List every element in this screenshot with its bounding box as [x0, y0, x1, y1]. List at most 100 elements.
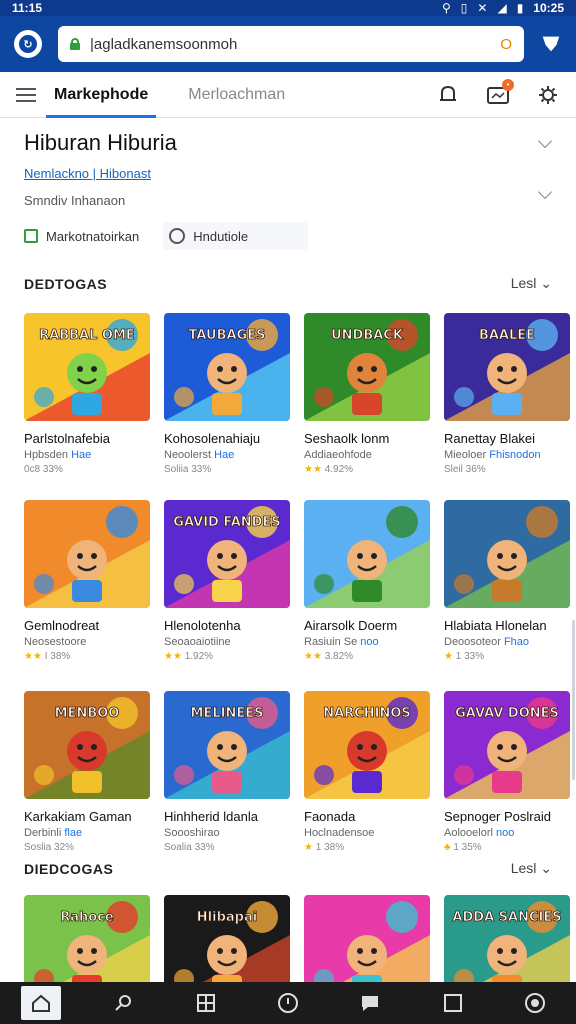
- game-title: Parlstolnafebia: [24, 431, 110, 446]
- game-thumbnail-art: NARCHINOS: [304, 691, 430, 799]
- search-icon[interactable]: [103, 986, 143, 1020]
- star-icon: ★: [304, 842, 313, 853]
- game-thumbnail[interactable]: [444, 500, 570, 608]
- game-thumbnail[interactable]: GAVID FANDES: [164, 500, 290, 608]
- game-developer: Seoaoaiotiine: [164, 636, 231, 648]
- game-thumbnail-art: BAALEE: [444, 313, 570, 421]
- category-header: Hiburan Hiburia Nemlackno | Hibonast Smn…: [24, 130, 554, 250]
- star-icon: ★★: [304, 464, 322, 475]
- game-developer: Mieoloer Fhisnodon: [444, 449, 541, 461]
- browser-logo-icon[interactable]: ↻: [14, 30, 42, 58]
- filter-option-check[interactable]: Markotnatoirkan: [24, 229, 139, 244]
- section-see-more[interactable]: Lesl ⌄: [511, 860, 552, 877]
- star-icon: ★★: [304, 651, 322, 662]
- svg-text:RABBAL OME: RABBAL OME: [39, 328, 135, 343]
- status-bar: 11:15 ⚲ ▯ ✕ ◢ ▮ 10:25: [0, 0, 576, 16]
- game-title: Hinhherid ldanla: [164, 809, 258, 824]
- game-card[interactable]: Gemlnodreat Neosestoore ★★ I 38%: [24, 500, 150, 662]
- inbox-icon[interactable]: •: [486, 78, 514, 107]
- reload-icon[interactable]: O: [500, 36, 512, 53]
- game-grid-row: Gemlnodreat Neosestoore ★★ I 38% GAVID FA…: [24, 500, 570, 662]
- game-grid-row: RABBAL OME Parlstolnafebia Hpbsden Hae 0c…: [24, 313, 570, 475]
- svg-text:UNDBACK: UNDBACK: [331, 328, 404, 343]
- game-thumbnail-art: GAVAV DONES: [444, 691, 570, 799]
- game-card[interactable]: Hlabiata Hlonelan Deoosoteor Fhao ★ 1 33%: [444, 500, 570, 662]
- game-thumbnail-art: [304, 500, 430, 608]
- square-icon[interactable]: [433, 986, 473, 1020]
- game-card[interactable]: NARCHINOS Faonada Hoclnadensoe ★ 1 38%: [304, 691, 430, 853]
- compass-icon[interactable]: [268, 986, 308, 1020]
- game-card[interactable]: Airarsolk Doerm Rasiuin Se noo ★★ 3.82%: [304, 500, 430, 662]
- game-card[interactable]: GAVID FANDES Hlenolotenha Seoaoaiotiine ★…: [164, 500, 290, 662]
- game-card[interactable]: MENBOO Karkakiam Gaman Derbinli flae Sosl…: [24, 691, 150, 853]
- game-card[interactable]: UNDBACK Seshaolk lonm Addiaeohfode ★★ 4.9…: [304, 313, 430, 475]
- url-field[interactable]: |agladkanemsoonmoh O: [58, 26, 524, 62]
- game-rating: ♣ 1 35%: [444, 842, 482, 853]
- star-icon: ★★: [24, 651, 42, 662]
- game-rating: 0c8 33%: [24, 464, 63, 475]
- game-thumbnail[interactable]: UNDBACK: [304, 313, 430, 421]
- game-thumbnail-art: TAUBAGES: [164, 313, 290, 421]
- game-thumbnail[interactable]: RABBAL OME: [24, 313, 150, 421]
- game-title: Karkakiam Gaman: [24, 809, 132, 824]
- profile-icon[interactable]: [515, 986, 555, 1020]
- game-card[interactable]: RABBAL OME Parlstolnafebia Hpbsden Hae 0c…: [24, 313, 150, 475]
- settings-gear-icon[interactable]: [536, 83, 560, 107]
- filter-option-radio[interactable]: Hndutiole: [163, 222, 309, 250]
- browser-toolbar: ↻ |agladkanemsoonmoh O: [0, 16, 576, 72]
- game-thumbnail-art: GAVID FANDES: [164, 500, 290, 608]
- game-title: Kohosolenahiaju: [164, 431, 261, 446]
- vibrate-icon: ✕: [477, 1, 488, 15]
- game-rating: ★★ I 38%: [24, 651, 71, 662]
- game-thumbnail-art: UNDBACK: [304, 313, 430, 421]
- chat-icon[interactable]: [350, 986, 390, 1020]
- game-card[interactable]: BAALEE Ranettay Blakei Mieoloer Fhisnodon…: [444, 313, 570, 475]
- category-description: Smndiv Inhanaon: [24, 193, 126, 208]
- subtitle-link[interactable]: Nemlackno | Hibonast: [24, 166, 554, 181]
- game-title: Hlenolotenha: [164, 618, 241, 633]
- game-thumbnail[interactable]: [304, 500, 430, 608]
- section-title: DEDTOGAS: [24, 275, 108, 292]
- game-title: Hlabiata Hlonelan: [444, 618, 547, 633]
- tab-secondary[interactable]: Merloachman: [180, 72, 293, 118]
- notification-badge: •: [502, 78, 514, 91]
- game-card[interactable]: MELINEES Hinhherid ldanla Soooshirao Soal…: [164, 691, 290, 853]
- game-rating: ★★ 1.92%: [164, 651, 214, 662]
- bottom-navigation: [0, 982, 576, 1024]
- filter-option-radio-label: Hndutiole: [193, 228, 249, 244]
- svg-text:GAVID FANDES: GAVID FANDES: [173, 515, 280, 530]
- game-card[interactable]: GAVAV DONES Sepnoger Poslraid Aolooelorl …: [444, 691, 570, 853]
- game-title: Ranettay Blakei: [444, 431, 536, 446]
- game-thumbnail[interactable]: MELINEES: [164, 691, 290, 799]
- game-thumbnail[interactable]: [24, 500, 150, 608]
- url-text: |agladkanemsoonmoh: [90, 35, 238, 53]
- bell-icon[interactable]: [436, 83, 460, 107]
- game-thumbnail[interactable]: TAUBAGES: [164, 313, 290, 421]
- svg-text:ADDA SANCIES: ADDA SANCIES: [452, 910, 561, 925]
- star-icon: ★: [444, 651, 453, 662]
- game-thumbnail[interactable]: NARCHINOS: [304, 691, 430, 799]
- scrollbar[interactable]: [572, 620, 575, 780]
- game-thumbnail-art: [444, 500, 570, 608]
- game-thumbnail-art: [24, 500, 150, 608]
- game-rating: Sleil 36%: [444, 464, 486, 475]
- game-thumbnail[interactable]: GAVAV DONES: [444, 691, 570, 799]
- filter-options: Markotnatoirkan Hndutiole: [24, 222, 554, 250]
- hamburger-menu-icon[interactable]: [16, 87, 46, 102]
- game-thumbnail[interactable]: BAALEE: [444, 313, 570, 421]
- section-see-more[interactable]: Lesl ⌄: [511, 275, 552, 292]
- game-thumbnail[interactable]: MENBOO: [24, 691, 150, 799]
- grid-icon[interactable]: [186, 986, 226, 1020]
- page-title: Hiburan Hiburia: [24, 130, 177, 155]
- game-rating: Soliia 33%: [164, 464, 212, 475]
- game-card[interactable]: TAUBAGES Kohosolenahiaju Neoolerst Hae So…: [164, 313, 290, 475]
- svg-text:BAALEE: BAALEE: [479, 328, 535, 343]
- tab-marketplace[interactable]: Markephode: [46, 72, 157, 118]
- svg-text:Rahoce: Rahoce: [60, 910, 114, 925]
- game-rating: Soslia 32%: [24, 842, 75, 853]
- section-header: DIEDCOGAS Lesl ⌄: [24, 860, 552, 877]
- shield-icon[interactable]: [540, 33, 562, 55]
- svg-text:GAVAV DONES: GAVAV DONES: [455, 706, 559, 721]
- game-developer: Soooshirao: [164, 827, 220, 839]
- home-icon[interactable]: [21, 986, 62, 1020]
